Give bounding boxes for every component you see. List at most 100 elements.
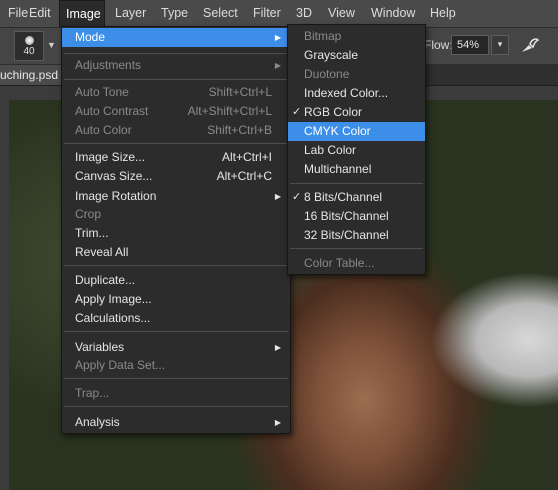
submenu-item-indexed-color-label: Indexed Color... [304, 86, 389, 100]
flow-label: Flow: [424, 38, 453, 52]
menu-filter[interactable]: Filter [247, 0, 287, 27]
menu-item-adjustments[interactable]: Adjustments ▶ [62, 56, 290, 75]
submenu-item-32-bits[interactable]: 32 Bits/Channel [288, 226, 425, 245]
menu-item-duplicate[interactable]: Duplicate... [62, 271, 290, 290]
document-tab[interactable]: uching.psd [0, 65, 64, 85]
menu-separator [64, 143, 288, 144]
menu-item-canvas-size-label: Canvas Size... [75, 169, 153, 183]
submenu-arrow-icon: ▶ [274, 418, 281, 427]
menu-separator [64, 53, 288, 54]
submenu-item-lab-color[interactable]: Lab Color [288, 141, 425, 160]
menu-item-apply-data-set-label: Apply Data Set... [75, 358, 166, 372]
menu-layer[interactable]: Layer [109, 0, 152, 27]
menu-item-variables[interactable]: Variables ▶ [62, 338, 290, 357]
shortcut-label: Shift+Ctrl+L [208, 85, 272, 99]
menu-select[interactable]: Select [197, 0, 244, 27]
menu-edit[interactable]: Edit [23, 0, 57, 27]
menu-image[interactable]: Image [59, 0, 105, 27]
submenu-item-duotone-label: Duotone [304, 67, 350, 81]
submenu-item-grayscale-label: Grayscale [304, 48, 359, 62]
menu-item-calculations[interactable]: Calculations... [62, 309, 290, 328]
menu-item-mode[interactable]: Mode ▶ [62, 28, 290, 47]
shortcut-label: Alt+Ctrl+I [221, 150, 272, 164]
menu-item-apply-image-label: Apply Image... [75, 292, 152, 306]
submenu-item-color-table-label: Color Table... [304, 256, 375, 270]
submenu-item-8-bits-label: 8 Bits/Channel [304, 190, 383, 204]
menu-item-reveal-all-label: Reveal All [75, 245, 129, 259]
shortcut-label: Shift+Ctrl+B [207, 123, 272, 137]
menu-separator [290, 248, 423, 249]
mode-submenu: Bitmap Grayscale Duotone Indexed Color..… [287, 24, 426, 275]
brush-preset-picker[interactable]: 40 [14, 31, 44, 61]
brush-tip-icon [25, 36, 34, 45]
submenu-arrow-icon: ▶ [274, 33, 281, 42]
submenu-item-color-table[interactable]: Color Table... [288, 254, 425, 273]
menu-item-trap[interactable]: Trap... [62, 384, 290, 403]
menu-item-trim[interactable]: Trim... [62, 224, 290, 243]
flow-input[interactable]: 54% [451, 35, 489, 55]
submenu-item-cmyk-color[interactable]: CMYK Color [288, 122, 425, 141]
submenu-item-32-bits-label: 32 Bits/Channel [304, 228, 389, 242]
menu-item-auto-contrast[interactable]: Auto Contrast Alt+Shift+Ctrl+L [62, 102, 290, 121]
submenu-item-16-bits[interactable]: 16 Bits/Channel [288, 207, 425, 226]
menu-help[interactable]: Help [424, 0, 462, 27]
checkmark-icon: ✓ [292, 191, 302, 203]
brush-picker-caret-icon[interactable]: ▼ [47, 40, 56, 50]
menu-window[interactable]: Window [365, 0, 421, 27]
menu-item-crop-label: Crop [75, 207, 102, 221]
document-tab-label: uching.psd [0, 68, 58, 82]
submenu-item-duotone[interactable]: Duotone [288, 65, 425, 84]
menu-separator [64, 265, 288, 266]
menu-separator [64, 331, 288, 332]
menu-item-auto-color[interactable]: Auto Color Shift+Ctrl+B [62, 121, 290, 140]
menu-item-duplicate-label: Duplicate... [75, 273, 136, 287]
menu-item-canvas-size[interactable]: Canvas Size... Alt+Ctrl+C [62, 167, 290, 186]
submenu-item-16-bits-label: 16 Bits/Channel [304, 209, 389, 223]
submenu-item-bitmap-label: Bitmap [304, 29, 342, 43]
flow-dropdown-icon[interactable]: ▾ [491, 35, 509, 55]
menu-item-auto-tone[interactable]: Auto Tone Shift+Ctrl+L [62, 83, 290, 102]
menu-bar: File Edit Image Layer Type Select Filter… [0, 0, 558, 28]
menu-separator [64, 378, 288, 379]
menu-item-apply-image[interactable]: Apply Image... [62, 290, 290, 309]
menu-view[interactable]: View [322, 0, 361, 27]
submenu-item-rgb-color-label: RGB Color [304, 105, 363, 119]
submenu-item-multichannel[interactable]: Multichannel [288, 160, 425, 179]
menu-type[interactable]: Type [155, 0, 194, 27]
submenu-item-lab-color-label: Lab Color [304, 143, 357, 157]
menu-item-analysis[interactable]: Analysis ▶ [62, 413, 290, 432]
submenu-item-indexed-color[interactable]: Indexed Color... [288, 84, 425, 103]
menu-item-trap-label: Trap... [75, 386, 110, 400]
menu-separator [290, 183, 423, 184]
menu-item-image-size-label: Image Size... [75, 150, 146, 164]
menu-item-trim-label: Trim... [75, 226, 109, 240]
submenu-item-8-bits[interactable]: ✓ 8 Bits/Channel [288, 188, 425, 207]
menu-item-auto-tone-label: Auto Tone [75, 85, 129, 99]
shortcut-label: Alt+Ctrl+C [216, 169, 272, 183]
submenu-item-rgb-color[interactable]: ✓ RGB Color [288, 103, 425, 122]
menu-item-crop[interactable]: Crop [62, 205, 290, 224]
submenu-item-multichannel-label: Multichannel [304, 162, 372, 176]
submenu-item-grayscale[interactable]: Grayscale [288, 46, 425, 65]
menu-item-adjustments-label: Adjustments [75, 58, 142, 72]
menu-item-auto-color-label: Auto Color [75, 123, 132, 137]
checkmark-icon: ✓ [292, 106, 302, 118]
menu-item-mode-label: Mode [75, 30, 106, 44]
menu-separator [64, 79, 288, 80]
menu-3d[interactable]: 3D [290, 0, 318, 27]
shortcut-label: Alt+Shift+Ctrl+L [187, 104, 272, 118]
menu-item-image-rotation[interactable]: Image Rotation ▶ [62, 187, 290, 206]
submenu-item-cmyk-color-label: CMYK Color [304, 124, 371, 138]
menu-item-variables-label: Variables [75, 340, 125, 354]
submenu-arrow-icon: ▶ [274, 343, 281, 352]
menu-item-image-rotation-label: Image Rotation [75, 189, 157, 203]
menu-item-apply-data-set[interactable]: Apply Data Set... [62, 356, 290, 375]
image-menu: Mode ▶ Adjustments ▶ Auto Tone Shift+Ctr… [61, 26, 291, 434]
menu-item-calculations-label: Calculations... [75, 311, 151, 325]
brush-size-value: 40 [23, 46, 35, 57]
submenu-item-bitmap[interactable]: Bitmap [288, 27, 425, 46]
submenu-arrow-icon: ▶ [274, 192, 281, 201]
menu-item-reveal-all[interactable]: Reveal All [62, 243, 290, 262]
menu-item-image-size[interactable]: Image Size... Alt+Ctrl+I [62, 148, 290, 167]
airbrush-icon[interactable] [519, 35, 541, 55]
